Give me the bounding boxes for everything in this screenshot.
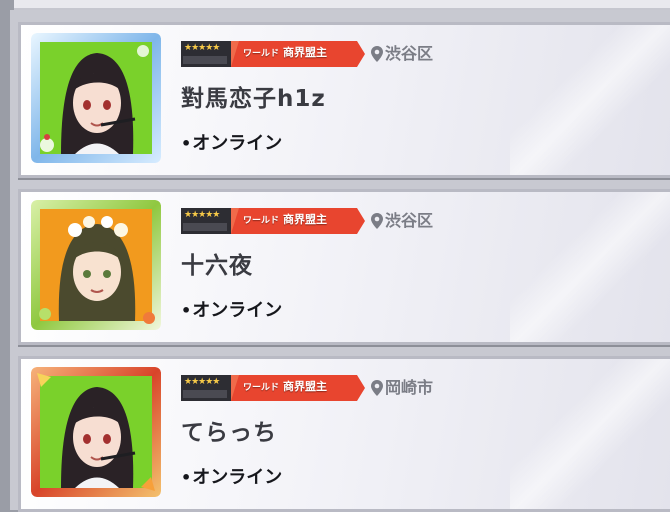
player-avatar[interactable] [31, 33, 161, 163]
title-label: ワールド 商界盟主 [243, 213, 328, 226]
player-name: 對馬恋子h1z [181, 86, 326, 112]
location-pin-icon [371, 46, 383, 62]
rank-title-badge: ★★★★★ ワールド 商界盟主 [181, 208, 365, 234]
location-pin-icon [371, 380, 383, 396]
online-status: •オンライン [181, 300, 283, 321]
title-row: ★★★★★ ワールド 商界盟主 渋谷区 [181, 41, 481, 67]
player-card[interactable]: ★★★★★ ワールド 商界盟主 渋谷区 十六夜 •オンライン [18, 189, 670, 345]
title-label: ワールド 商界盟主 [243, 380, 328, 393]
player-location: 岡崎市 [371, 378, 433, 398]
player-name: てらっち [181, 420, 277, 446]
player-card[interactable]: ★★★★★ ワールド 商界盟主 岡崎市 てらっち •オンライン [18, 356, 670, 512]
rank-stars: ★★★★★ [184, 43, 220, 53]
title-row: ★★★★★ ワールド 商界盟主 渋谷区 [181, 208, 481, 234]
rank-title-badge: ★★★★★ ワールド 商界盟主 [181, 375, 365, 401]
location-pin-icon [371, 213, 383, 229]
list-top-edge [14, 0, 670, 10]
title-row: ★★★★★ ワールド 商界盟主 岡崎市 [181, 375, 481, 401]
avatar-portrait-icon [31, 367, 161, 497]
avatar-portrait-icon [31, 200, 161, 330]
player-location: 渋谷区 [371, 211, 433, 231]
player-card[interactable]: ★★★★★ ワールド 商界盟主 渋谷区 對馬恋子h1z •オンライン [18, 22, 670, 178]
player-avatar[interactable] [31, 367, 161, 497]
rank-stars: ★★★★★ [184, 210, 220, 220]
rank-stars: ★★★★★ [184, 377, 220, 387]
rank-title-badge: ★★★★★ ワールド 商界盟主 [181, 41, 365, 67]
player-avatar[interactable] [31, 200, 161, 330]
online-status: •オンライン [181, 133, 283, 154]
title-label: ワールド 商界盟主 [243, 46, 328, 59]
avatar-portrait-icon [31, 33, 161, 163]
online-status: •オンライン [181, 467, 283, 488]
player-location: 渋谷区 [371, 44, 433, 64]
player-name: 十六夜 [181, 253, 253, 279]
